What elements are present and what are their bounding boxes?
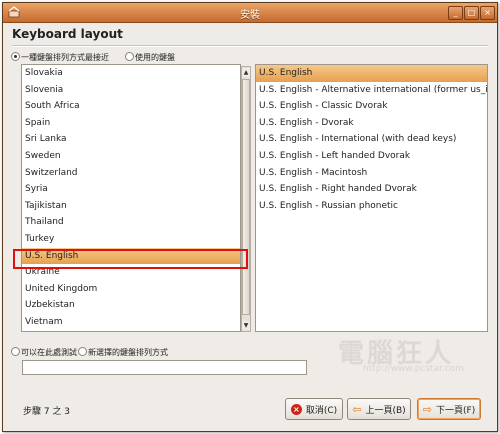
choose-layout-label: 使用的鍵盤 (135, 53, 175, 62)
country-list-item[interactable]: Sri Lanka (22, 131, 240, 148)
test-area-radio (11, 347, 20, 356)
country-list-item[interactable]: Slovakia (22, 65, 240, 82)
country-list-item[interactable]: Tajikistan (22, 198, 240, 215)
close-button[interactable]: × (480, 6, 495, 20)
watermark-url: http://www.pcstar.com (363, 364, 465, 374)
variant-list-item[interactable]: U.S. English (256, 65, 487, 82)
arrow-left-icon: ⇦ (352, 402, 362, 416)
back-button[interactable]: ⇦ 上一頁(B) (347, 398, 411, 420)
cancel-button[interactable]: × 取消(C) (285, 398, 343, 420)
country-list-item[interactable]: Switzerland (22, 165, 240, 182)
country-list-item[interactable]: Slovenia (22, 82, 240, 99)
variant-list-item[interactable]: U.S. English - Alternative international… (256, 82, 487, 99)
country-list-item[interactable]: Vietnam (22, 314, 240, 331)
suggest-layout-radio[interactable] (11, 52, 20, 61)
country-list-item[interactable]: United Kingdom (22, 281, 240, 298)
divider (12, 45, 488, 47)
variant-list-item[interactable]: U.S. English - Russian phonetic (256, 198, 487, 215)
variant-list-item[interactable]: U.S. English - Macintosh (256, 165, 487, 182)
step-indicator: 步驟 7 之 3 (23, 407, 71, 417)
variant-list-item[interactable]: U.S. English - Right handed Dvorak (256, 181, 487, 198)
installer-window: 安裝 _ □ × Keyboard layout 一種鍵盤排列方式最接近 使用的… (2, 2, 498, 432)
back-label: 上一頁(B) (365, 405, 406, 416)
variant-list-item[interactable]: U.S. English - International (with dead … (256, 131, 487, 148)
test-area-label-2: 新選擇的鍵盤排列方式 (88, 348, 168, 357)
title-bar[interactable]: 安裝 _ □ × (3, 3, 497, 23)
minimize-button[interactable]: _ (448, 6, 463, 20)
country-list-item[interactable]: Turkey (22, 231, 240, 248)
forward-button[interactable]: ⇨ 下一頁(F) (417, 398, 481, 420)
scroll-down-icon[interactable]: ▼ (242, 321, 250, 330)
suggest-layout-label: 一種鍵盤排列方式最接近 (21, 53, 109, 62)
variant-list-item[interactable]: U.S. English - Classic Dvorak (256, 98, 487, 115)
variant-list[interactable]: U.S. English U.S. English - Alternative i… (255, 64, 488, 332)
country-list-item[interactable]: Uzbekistan (22, 297, 240, 314)
country-list-item[interactable]: Spain (22, 115, 240, 132)
page-title: Keyboard layout (12, 27, 123, 41)
selection-highlight-box (13, 249, 248, 269)
variant-list-item[interactable]: U.S. English - Left handed Dvorak (256, 148, 487, 165)
country-list[interactable]: Slovakia Slovenia South Africa Spain Sri Lan… (21, 64, 241, 332)
variant-list-item[interactable]: U.S. English - Dvorak (256, 115, 487, 132)
arrow-right-icon: ⇨ (422, 402, 432, 416)
country-list-item[interactable]: Syria (22, 181, 240, 198)
test-area-label: 可以在此處測試 (21, 348, 77, 357)
scroll-up-icon[interactable]: ▲ (242, 68, 250, 77)
scroll-thumb[interactable] (242, 79, 250, 315)
keyboard-test-input[interactable] (22, 360, 307, 375)
choose-layout-radio[interactable] (125, 52, 134, 61)
test-area-radio-2 (78, 347, 87, 356)
country-list-item[interactable]: Sweden (22, 148, 240, 165)
cancel-icon: × (290, 403, 302, 415)
country-list-scrollbar[interactable]: ▲ ▼ (241, 66, 251, 332)
country-list-item[interactable]: Thailand (22, 214, 240, 231)
cancel-label: 取消(C) (305, 405, 338, 416)
country-list-item[interactable]: South Africa (22, 98, 240, 115)
maximize-button[interactable]: □ (464, 6, 479, 20)
window-title: 安裝 (240, 10, 260, 21)
